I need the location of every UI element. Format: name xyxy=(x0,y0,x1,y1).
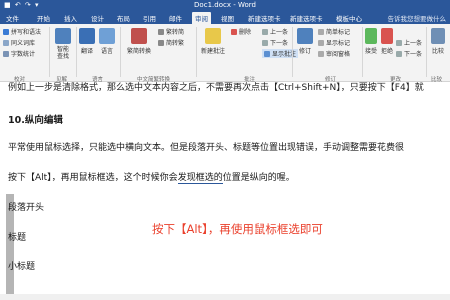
new-comment-button[interactable]: 新建批注 xyxy=(199,28,227,55)
trad-icon xyxy=(158,29,164,35)
tell-me-box[interactable]: 告诉我您想要做什么 xyxy=(388,13,447,23)
prev-comment-button[interactable]: 上一条 xyxy=(262,27,288,36)
tab-design[interactable]: 设计 xyxy=(91,13,104,23)
title-bar: ■ ↶ ↷ ▾ Doc1.docx - Word xyxy=(0,0,450,11)
next-change-button[interactable]: 下一条 xyxy=(396,49,422,58)
language-button[interactable]: 语言 xyxy=(99,28,115,55)
divider xyxy=(49,27,50,77)
translate-button[interactable]: 翻译 xyxy=(79,28,95,55)
prev-icon xyxy=(262,29,268,35)
list-item: 标题 xyxy=(8,233,27,243)
track-icon xyxy=(297,28,313,44)
prev-change-icon xyxy=(396,40,402,46)
divider xyxy=(76,27,77,77)
language-icon xyxy=(99,28,115,44)
smart-lookup-button[interactable]: 智能 查找 xyxy=(53,28,73,60)
markup-select[interactable]: 简单标记 xyxy=(318,27,350,36)
translate-icon xyxy=(79,28,95,44)
divider xyxy=(426,27,427,77)
divider xyxy=(362,27,363,77)
convert-icon xyxy=(131,28,147,44)
wordcount-icon xyxy=(3,51,9,57)
smart-lookup-icon xyxy=(55,28,71,44)
spelling-icon xyxy=(3,29,9,35)
paragraph-1: 平常使用鼠标选择，只能选中横向文本。但是段落开头、标题等位置出现错误，手动调整需… xyxy=(8,143,405,153)
divider xyxy=(196,27,197,77)
tab-layout[interactable]: 布局 xyxy=(117,13,130,23)
divider xyxy=(292,27,293,77)
tab-template-center[interactable]: 模板中心 xyxy=(336,13,362,23)
document-area[interactable]: 例如上一步是清除格式，那么选中文本内容之后，不需要再次点击【Ctrl+Shift… xyxy=(0,82,450,300)
tab-home[interactable]: 开始 xyxy=(37,13,50,23)
tab-review[interactable]: 审阅 xyxy=(192,12,211,24)
compare-icon xyxy=(431,28,445,44)
cut-off-line: 例如上一步是清除格式，那么选中文本内容之后，不需要再次点击【Ctrl+Shift… xyxy=(8,83,424,93)
paragraph-2: 按下【Alt】，再用鼠标框选，这个时候你会发现框选的位置是纵向的喔。 xyxy=(8,173,295,184)
delete-comment-button[interactable]: 删除 xyxy=(231,27,251,36)
convert-button[interactable]: 繁简转换 xyxy=(124,28,154,55)
prev-change-button[interactable]: 上一条 xyxy=(396,38,422,47)
tab-mailings[interactable]: 邮件 xyxy=(169,13,182,23)
simp-icon xyxy=(158,40,164,46)
tab-view[interactable]: 视图 xyxy=(221,13,234,23)
ribbon-tabs: 文件 开始 插入 设计 布局 引用 邮件 审阅 视图 新建选项卡 新建选项卡 模… xyxy=(0,11,450,24)
accept-icon xyxy=(365,28,377,44)
track-changes-button[interactable]: 修订 xyxy=(295,28,315,55)
annotation-text: 按下【Alt】，再使用鼠标框选即可 xyxy=(152,222,323,236)
thesaurus-icon xyxy=(3,40,9,46)
tab-references[interactable]: 引用 xyxy=(143,13,156,23)
divider xyxy=(120,27,121,77)
reviewing-pane-button[interactable]: 审阅窗格 xyxy=(318,49,350,58)
section-heading: 10.纵向编辑 xyxy=(8,115,63,126)
compare-button[interactable]: 比较 xyxy=(429,28,447,55)
ribbon: 拼写和语法 同义词库 字数统计 校对 智能 查找 见解 翻译 语言 语言 繁简转… xyxy=(0,24,450,83)
markup-icon xyxy=(318,29,324,35)
spelling-button[interactable]: 拼写和语法 xyxy=(3,27,41,36)
wordcount-button[interactable]: 字数统计 xyxy=(3,49,35,58)
next-comment-button[interactable]: 下一条 xyxy=(262,38,288,47)
accept-button[interactable]: 接受 xyxy=(364,28,378,55)
reject-icon xyxy=(381,28,393,44)
tab-insert[interactable]: 插入 xyxy=(64,13,77,23)
underlined-text: 发现框选的 xyxy=(177,173,223,184)
list-item: 段落开头 xyxy=(8,203,45,213)
window-title: Doc1.docx - Word xyxy=(194,1,256,9)
comment-icon xyxy=(205,28,221,44)
list-item: 小标题 xyxy=(8,262,36,272)
tab-new-1[interactable]: 新建选项卡 xyxy=(248,13,281,23)
next-change-icon xyxy=(396,51,402,57)
show-markup-icon xyxy=(318,40,324,46)
pane-icon xyxy=(318,51,324,57)
simp-to-trad-button[interactable]: 简转繁 xyxy=(158,38,184,47)
show-markup-button[interactable]: 显示标记 xyxy=(318,38,350,47)
thesaurus-button[interactable]: 同义词库 xyxy=(3,38,35,47)
trad-to-simp-button[interactable]: 繁转简 xyxy=(158,27,184,36)
status-bar xyxy=(0,294,450,300)
tab-new-2[interactable]: 新建选项卡 xyxy=(290,13,323,23)
next-icon xyxy=(262,40,268,46)
show-comments-icon xyxy=(264,51,270,57)
tab-file[interactable]: 文件 xyxy=(6,13,19,23)
reject-button[interactable]: 拒绝 xyxy=(380,28,394,55)
delete-icon xyxy=(231,29,237,35)
